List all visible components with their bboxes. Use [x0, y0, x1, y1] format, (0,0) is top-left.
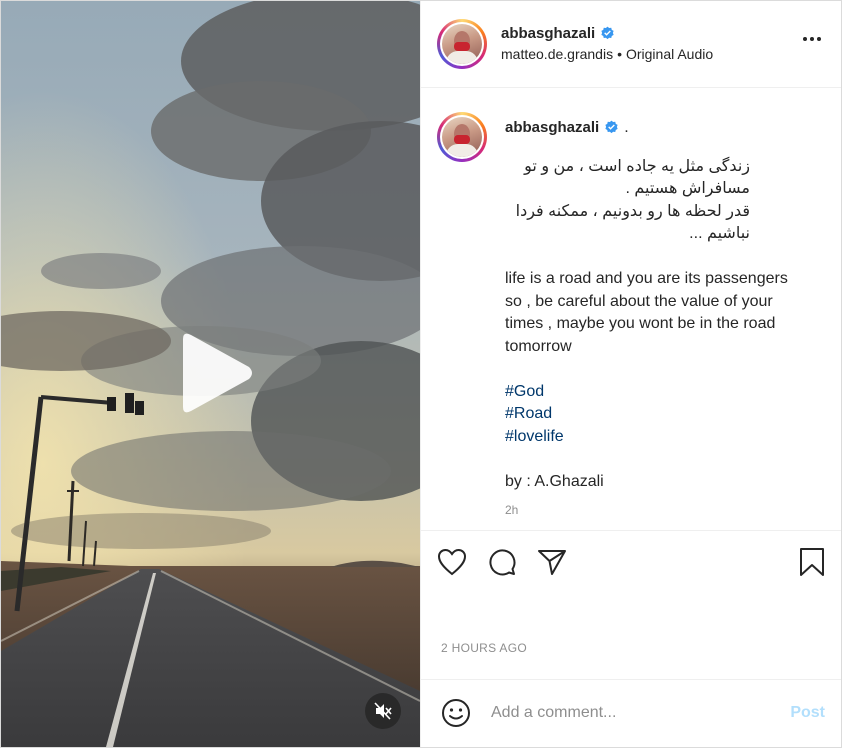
- likes-section: [421, 594, 841, 641]
- caption-scroll-area[interactable]: abbasghazali . زندگی مثل یه جاده است ، م…: [421, 88, 841, 531]
- play-button[interactable]: [173, 331, 257, 415]
- play-icon: [183, 333, 252, 413]
- profile-photo: [442, 23, 482, 64]
- audio-author-link[interactable]: matteo.de.grandis: [501, 46, 613, 62]
- bookmark-icon: [800, 547, 824, 576]
- caption-farsi-line: زندگی مثل یه جاده است ، من و تو مسافراش …: [524, 157, 750, 198]
- hashtag-link[interactable]: #Road: [505, 405, 552, 422]
- heart-icon: [437, 549, 467, 576]
- profile-photo: [442, 116, 482, 157]
- comment-input[interactable]: [489, 703, 781, 724]
- post-timestamp[interactable]: 2 HOURS AGO: [421, 641, 841, 680]
- share-button[interactable]: [537, 548, 567, 576]
- relative-time[interactable]: 2h: [505, 503, 805, 517]
- paper-plane-icon: [538, 550, 566, 576]
- speaker-muted-icon: [374, 702, 392, 720]
- caption-farsi-line: قدر لحظه ها رو بدونیم ، ممکنه فردا نباشی…: [515, 202, 750, 243]
- save-button[interactable]: [799, 547, 825, 582]
- post-dialog: abbasghazali matteo.de.grandis • Original …: [0, 0, 842, 748]
- caption-english: life is a road and you are its passenger…: [505, 270, 788, 355]
- caption-signature: by : A.Ghazali: [505, 472, 604, 490]
- comment-bubble-icon: [489, 549, 516, 576]
- hashtag-link[interactable]: #lovelife: [505, 428, 564, 445]
- post-comment-button[interactable]: Post: [790, 704, 825, 722]
- verified-badge-icon: [601, 27, 614, 40]
- caption-avatar[interactable]: [437, 111, 487, 162]
- author-username[interactable]: abbasghazali: [501, 25, 595, 42]
- more-options-icon[interactable]: [803, 37, 821, 41]
- post-side-panel: abbasghazali matteo.de.grandis • Original …: [420, 1, 841, 747]
- hashtag-link[interactable]: #God: [505, 383, 544, 400]
- caption-title-suffix: .: [624, 118, 629, 136]
- video-player[interactable]: [1, 1, 420, 747]
- audio-title-link[interactable]: Original Audio: [626, 46, 713, 62]
- caption-username[interactable]: abbasghazali: [505, 119, 599, 136]
- post-header: abbasghazali matteo.de.grandis • Original …: [421, 1, 841, 88]
- audio-attribution: matteo.de.grandis • Original Audio: [501, 46, 714, 63]
- comment-form: Post: [421, 680, 841, 747]
- smiley-icon: [442, 699, 470, 728]
- avatar[interactable]: [437, 18, 487, 69]
- verified-badge-icon: [605, 121, 618, 134]
- caption-text: زندگی مثل یه جاده است ، من و تو مسافراش …: [505, 156, 805, 494]
- comment-button[interactable]: [487, 547, 517, 577]
- mute-toggle-button[interactable]: [365, 693, 401, 729]
- action-bar: [421, 531, 841, 594]
- like-button[interactable]: [437, 548, 467, 576]
- emoji-button[interactable]: [441, 698, 471, 728]
